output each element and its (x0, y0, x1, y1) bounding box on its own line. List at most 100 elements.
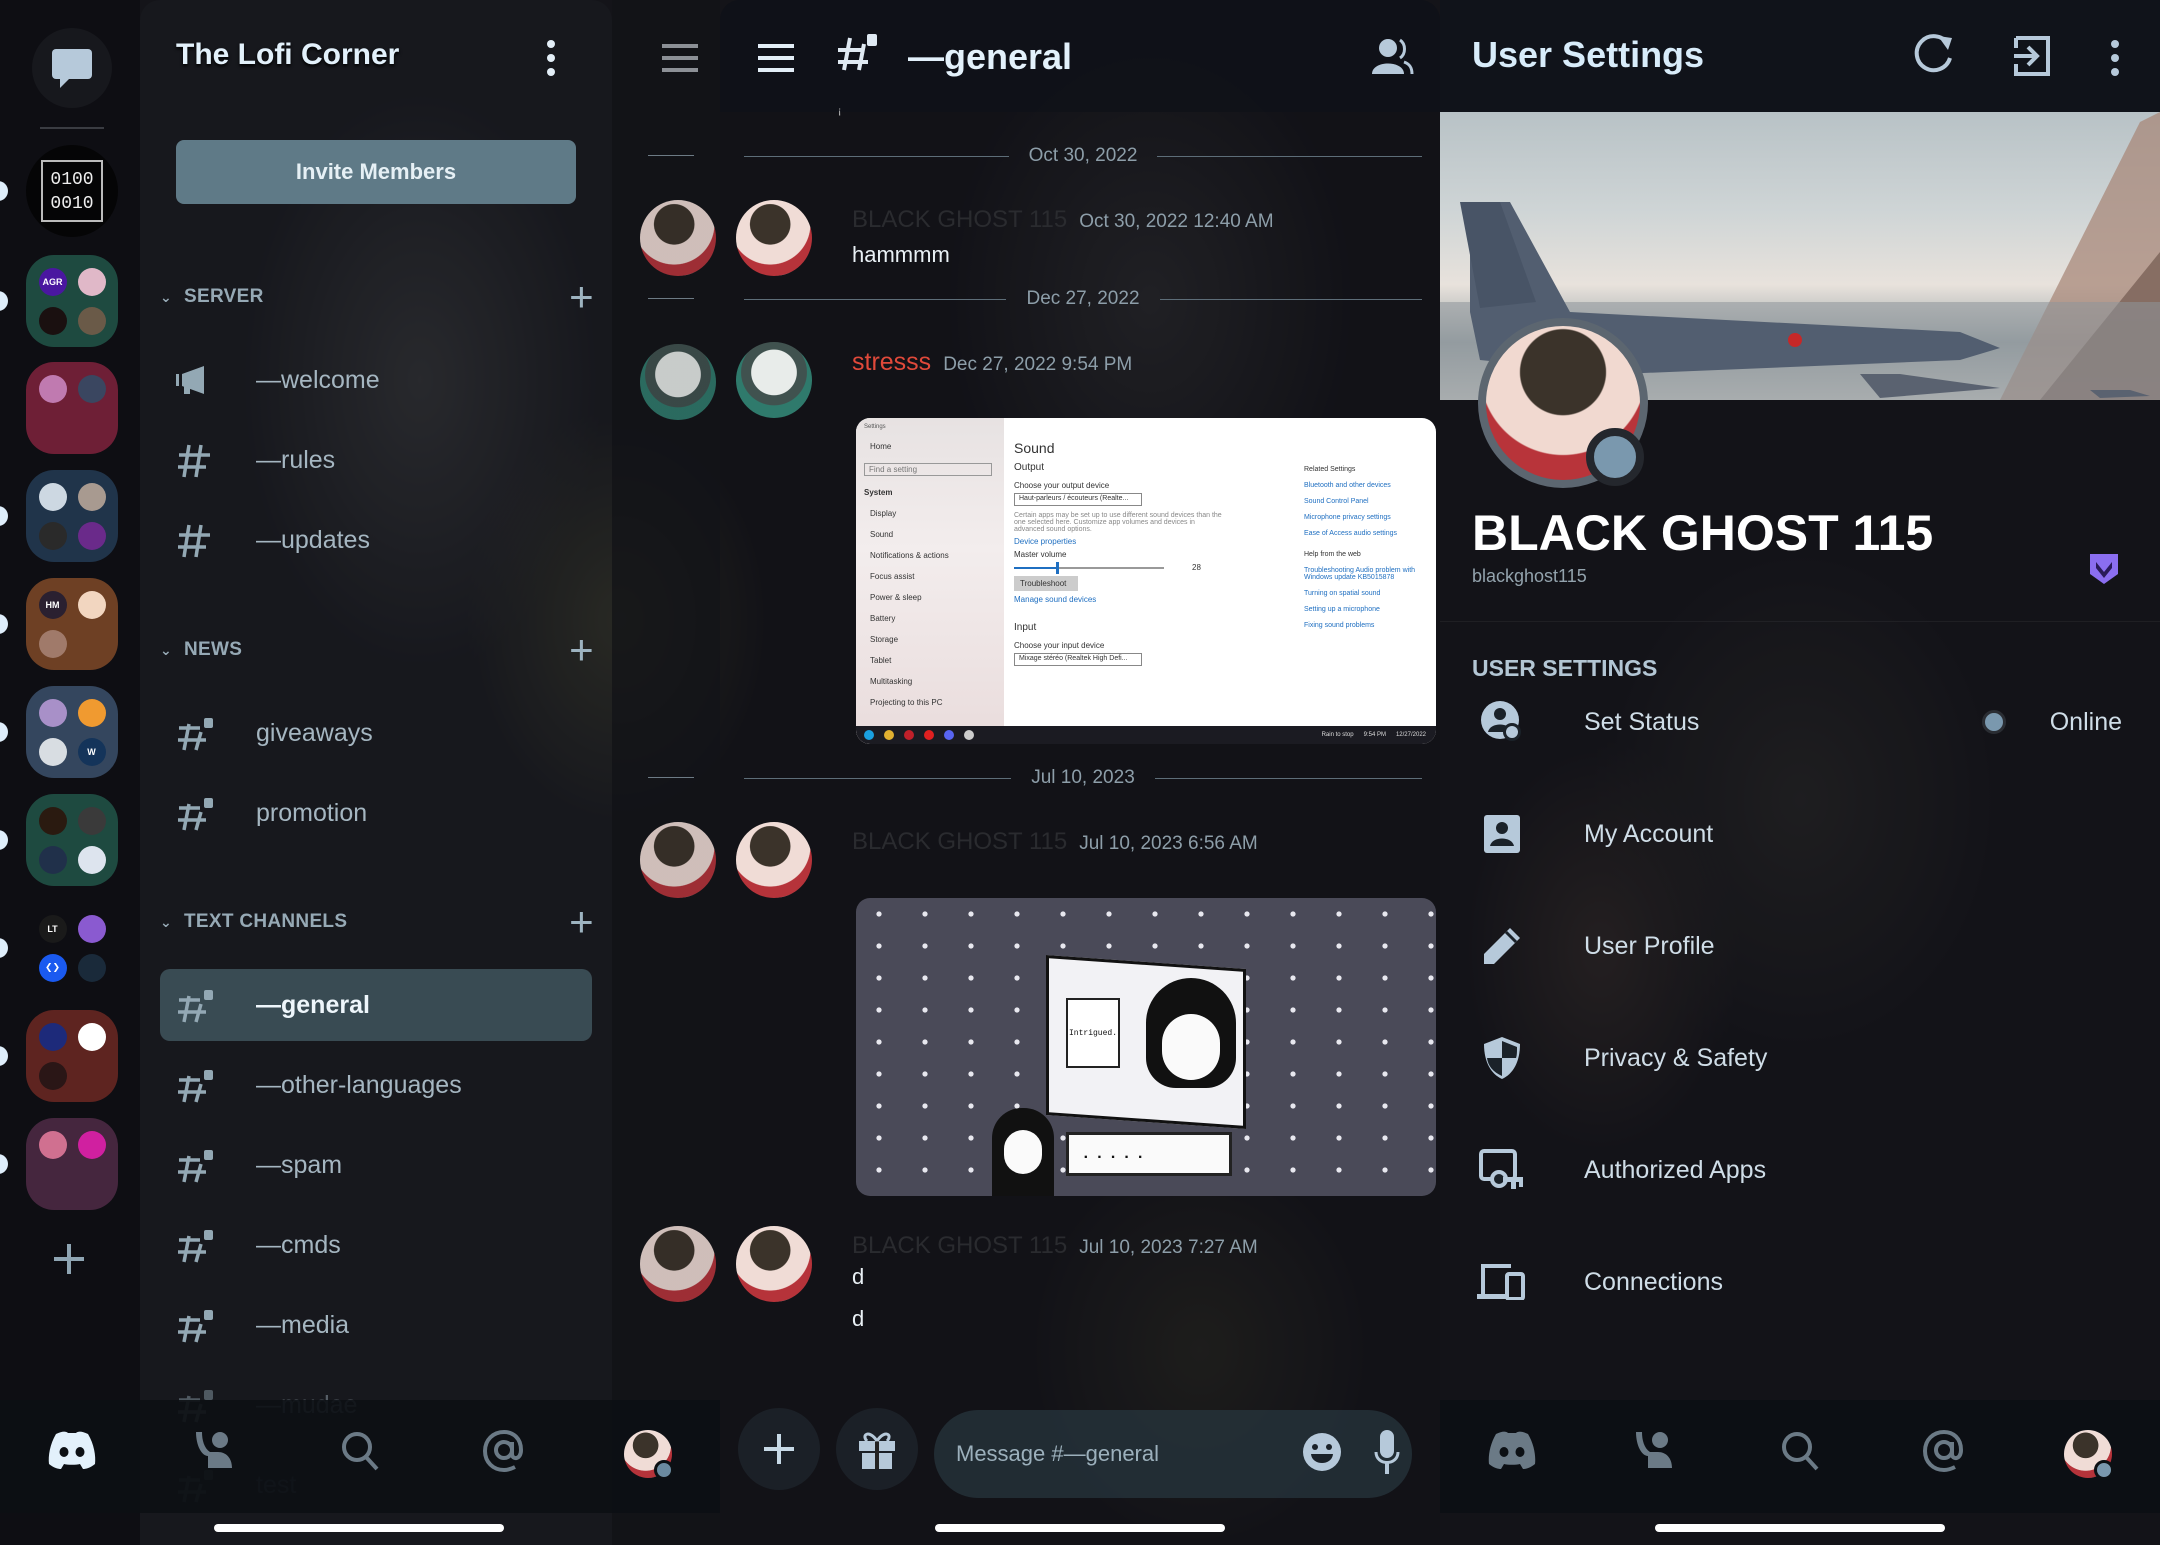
channel-item[interactable]: giveaways (160, 697, 592, 769)
author-avatar[interactable] (736, 200, 812, 276)
server-icon[interactable] (38, 737, 67, 766)
server-icon[interactable]: HM (38, 590, 67, 619)
nav-mentions[interactable] (474, 1430, 534, 1472)
server-icon[interactable] (77, 806, 106, 835)
server-icon[interactable] (77, 1130, 106, 1159)
server-icon[interactable] (77, 953, 106, 982)
server-icon[interactable] (38, 629, 67, 658)
server-folder[interactable]: W (26, 686, 118, 778)
members-list-button[interactable] (1372, 38, 1414, 79)
nav-friends[interactable] (184, 1430, 244, 1470)
channel-item[interactable]: —updates (160, 504, 592, 576)
channel-category[interactable]: ⌄ NEWS + (154, 626, 612, 673)
server-icon[interactable] (38, 806, 67, 835)
server-binary[interactable]: 0100 0010 (26, 145, 118, 237)
server-icon[interactable] (38, 482, 67, 511)
author-avatar[interactable] (736, 822, 812, 898)
nav-home[interactable] (1482, 1430, 1542, 1470)
settings-item[interactable]: Set Status Online (1440, 672, 2160, 772)
server-icon[interactable] (77, 590, 106, 619)
logout-button[interactable] (2012, 36, 2052, 81)
author-name[interactable]: BLACK GHOST 115 (852, 828, 1067, 856)
server-name[interactable]: The Lofi Corner (176, 38, 399, 72)
add-channel-button[interactable]: + (569, 273, 594, 321)
friends-wave-icon (1636, 1432, 1672, 1468)
author-avatar[interactable] (736, 342, 812, 418)
server-icon[interactable] (38, 374, 67, 403)
nav-search[interactable] (330, 1430, 390, 1472)
server-icon[interactable]: AGR (38, 267, 67, 296)
channel-item[interactable]: —other-languages (160, 1049, 592, 1121)
server-icon[interactable] (77, 1022, 106, 1051)
author-name[interactable]: stresss (852, 348, 931, 377)
settings-item[interactable]: Privacy & Safety (1440, 1008, 2160, 1108)
nav-profile[interactable] (618, 1430, 678, 1480)
channel-item[interactable]: —cmds (160, 1209, 592, 1281)
channel-item[interactable]: —media (160, 1289, 592, 1361)
image-attachment-windows-sound-settings[interactable]: Settings Home Find a setting System Disp… (856, 418, 1436, 744)
nav-mentions[interactable] (1914, 1430, 1974, 1472)
server-icon[interactable] (77, 267, 106, 296)
server-folder[interactable]: HM (26, 578, 118, 670)
channel-item[interactable]: —spam (160, 1129, 592, 1201)
add-attachment-button[interactable] (738, 1408, 820, 1490)
server-icon[interactable] (38, 1061, 67, 1090)
server-folder[interactable] (26, 1118, 118, 1210)
server-icon[interactable] (77, 482, 106, 511)
channel-category[interactable]: ⌄ SERVER + (154, 273, 612, 320)
menu-icon[interactable] (662, 44, 698, 80)
server-folder[interactable]: AGR (26, 255, 118, 347)
voice-message-button[interactable] (1374, 1430, 1400, 1479)
server-icon[interactable]: LT (38, 914, 67, 943)
server-icon[interactable]: ❮❯ (38, 953, 67, 982)
direct-messages-button[interactable] (32, 28, 112, 108)
server-icon[interactable] (38, 306, 67, 335)
channel-category[interactable]: ⌄ TEXT CHANNELS + (154, 898, 612, 945)
server-icon[interactable] (38, 845, 67, 874)
settings-item[interactable]: Connections (1440, 1232, 2160, 1332)
server-icon[interactable] (77, 914, 106, 943)
hamburger-menu-button[interactable] (758, 44, 794, 80)
invite-members-button[interactable]: Invite Members (176, 140, 576, 204)
author-avatar[interactable] (736, 1226, 812, 1302)
server-folder[interactable] (26, 362, 118, 454)
image-attachment-komi[interactable]: Intrigued. ..... (856, 898, 1436, 1196)
gift-button[interactable] (836, 1408, 918, 1490)
add-channel-button[interactable]: + (569, 626, 594, 674)
server-icon[interactable] (77, 698, 106, 727)
settings-item[interactable]: Authorized Apps (1440, 1120, 2160, 1220)
server-icon[interactable]: W (77, 737, 106, 766)
hypesquad-badge[interactable] (2088, 552, 2120, 591)
server-icon[interactable] (38, 1022, 67, 1051)
nav-search[interactable] (1770, 1430, 1830, 1472)
nav-profile[interactable] (2058, 1430, 2118, 1480)
channel-item[interactable]: —rules (160, 424, 592, 496)
status-value[interactable]: Online (1981, 708, 2122, 737)
server-folder[interactable] (26, 470, 118, 562)
server-menu-button[interactable] (546, 40, 556, 76)
channel-item[interactable]: promotion (160, 777, 592, 849)
server-icon[interactable] (77, 374, 106, 403)
settings-item[interactable]: User Profile (1440, 896, 2160, 996)
channel-item[interactable]: —general (160, 969, 592, 1041)
refresh-button[interactable] (1912, 32, 1956, 81)
server-icon[interactable] (38, 521, 67, 550)
author-name[interactable]: BLACK GHOST 115 (852, 1232, 1067, 1260)
server-icon[interactable] (77, 521, 106, 550)
settings-item[interactable]: My Account (1440, 784, 2160, 884)
nav-friends[interactable] (1624, 1430, 1684, 1470)
server-icon[interactable] (77, 845, 106, 874)
server-folder[interactable] (26, 1010, 118, 1102)
settings-menu-button[interactable] (2110, 40, 2120, 76)
server-icon[interactable] (77, 306, 106, 335)
server-icon[interactable] (38, 1130, 67, 1159)
channel-item[interactable]: —welcome (160, 344, 592, 416)
server-folder[interactable] (26, 794, 118, 886)
server-folder[interactable]: LT ❮❯ (26, 902, 118, 994)
emoji-button[interactable] (1302, 1432, 1342, 1477)
add-server-button[interactable] (52, 1240, 86, 1280)
add-channel-button[interactable]: + (569, 898, 594, 946)
author-name[interactable]: BLACK GHOST 115 (852, 206, 1067, 234)
nav-home[interactable] (42, 1430, 102, 1470)
server-icon[interactable] (38, 698, 67, 727)
